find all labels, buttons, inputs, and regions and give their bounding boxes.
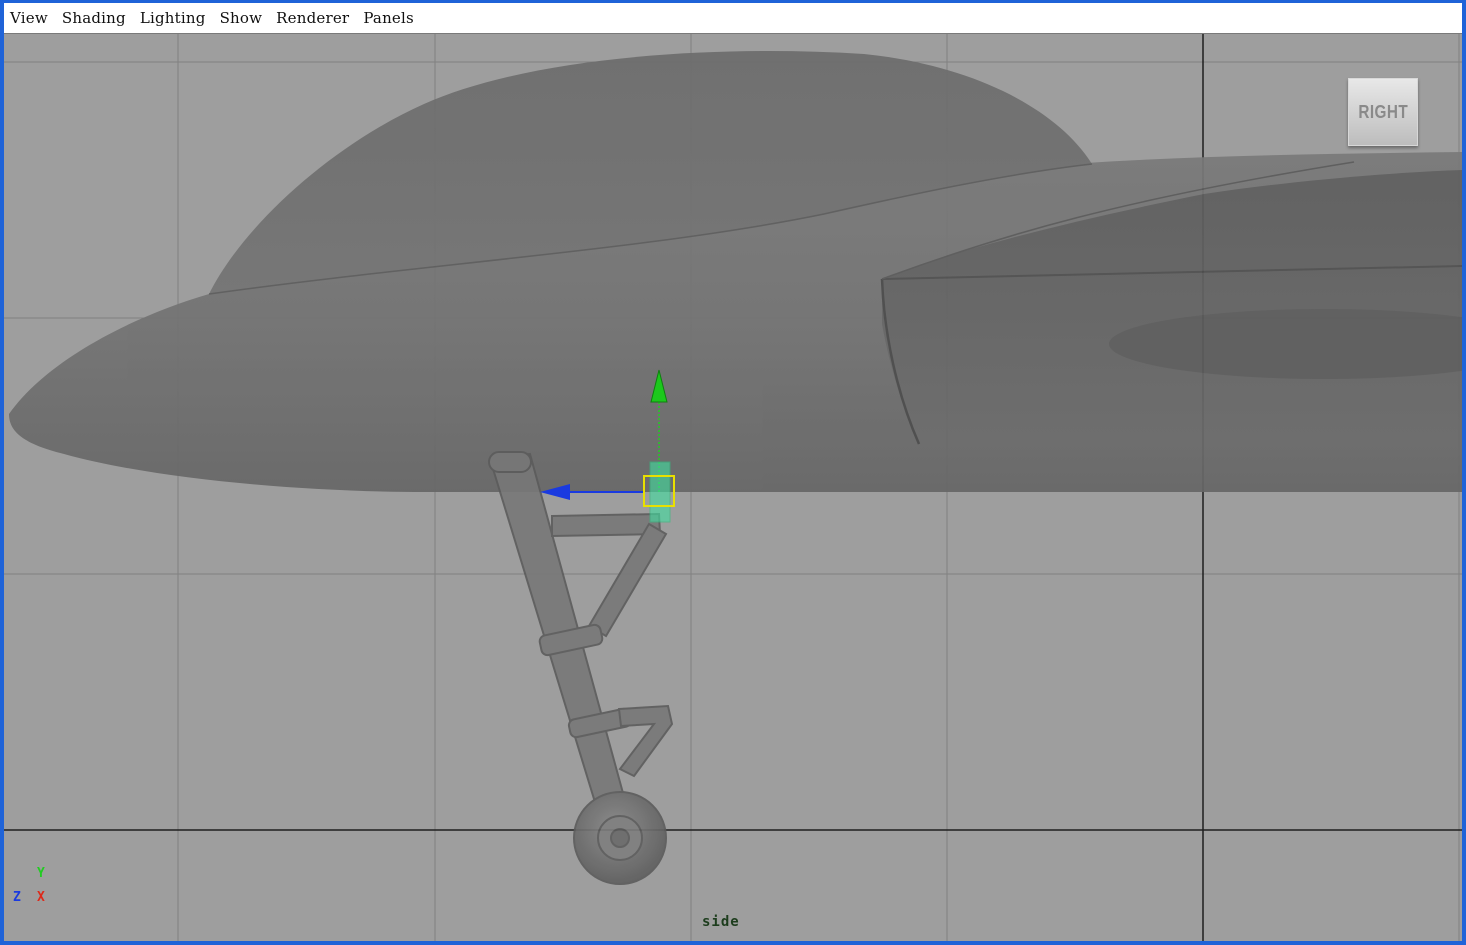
menu-view[interactable]: View <box>10 9 48 27</box>
axis-indicator-x: X <box>37 890 45 905</box>
axis-indicator-z: Z <box>13 890 21 905</box>
nose-landing-gear[interactable] <box>488 451 674 885</box>
gear-diagonal-link[interactable] <box>587 522 668 638</box>
camera-name-label: side <box>702 914 740 930</box>
viewcube[interactable]: RIGHT <box>1348 78 1418 146</box>
menu-show[interactable]: Show <box>220 9 263 27</box>
menu-shading[interactable]: Shading <box>62 9 126 27</box>
viewport-window: View Shading Lighting Show Renderer Pane… <box>0 0 1466 945</box>
selected-joint[interactable] <box>649 461 671 523</box>
menu-panels[interactable]: Panels <box>363 9 414 27</box>
menu-lighting[interactable]: Lighting <box>140 9 206 27</box>
panel-menubar: View Shading Lighting Show Renderer Pane… <box>4 3 1462 34</box>
gear-wheel-axle <box>610 828 630 848</box>
viewport-canvas[interactable] <box>4 34 1462 945</box>
menu-renderer[interactable]: Renderer <box>276 9 349 27</box>
viewcube-face-label: RIGHT <box>1358 101 1408 122</box>
gear-torque-link[interactable] <box>617 704 674 778</box>
gear-strut-top-cap <box>488 451 532 473</box>
axis-indicator-y: Y <box>37 866 45 881</box>
side-viewport[interactable]: RIGHT Y Z X side <box>4 34 1462 941</box>
aircraft-model[interactable] <box>9 51 1462 492</box>
